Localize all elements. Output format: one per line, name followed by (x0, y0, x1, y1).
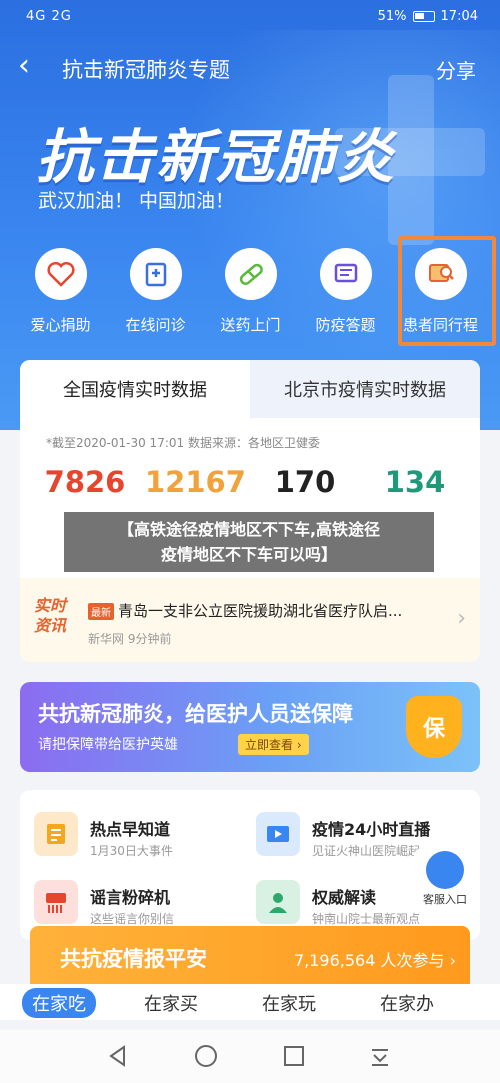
quick-item-label: 防疫答题 (315, 316, 376, 334)
hospital-icon (129, 248, 182, 300)
stat-recovered: 134 (384, 465, 446, 499)
tab-beijing[interactable]: 北京市疫情实时数据 (250, 360, 480, 418)
quick-item-label: 爱心捐助 (30, 316, 91, 334)
report-safety-bar[interactable]: 共抗疫情报平安 7,196,564 人次参与 › (30, 926, 470, 990)
grid-item-subtitle: 钟南山院士最新观点 (312, 912, 421, 926)
participant-count: 7,196,564 人次参与 › (293, 951, 456, 970)
hot-news-icon (34, 812, 78, 856)
stat-suspected: 12167 (145, 465, 246, 499)
customer-service-icon (426, 851, 464, 889)
shield-icon: 保 (406, 696, 462, 758)
back-icon[interactable]: ‹ (18, 50, 46, 82)
update-time: *截至2020-01-30 17:01 数据来源：各地区卫健委 (46, 436, 320, 450)
grid-item-title: 热点早知道 (90, 820, 171, 839)
stat-deaths: 170 (274, 465, 336, 499)
tab-play-at-home[interactable]: 在家玩 (252, 988, 326, 1018)
tab-shop-at-home[interactable]: 在家买 (134, 988, 208, 1018)
grid-item-hot-news[interactable]: 热点早知道 1月30日大事件 (20, 804, 240, 864)
pill-icon (224, 248, 277, 300)
tab-national[interactable]: 全国疫情实时数据 (20, 360, 250, 418)
banner-title: 抗击新冠肺炎 (36, 123, 397, 191)
live-video-icon (256, 812, 300, 856)
epidemic-data-card: 全国疫情实时数据 北京市疫情实时数据 *截至2020-01-30 17:01 数… (20, 360, 480, 662)
data-tabs: 全国疫情实时数据 北京市疫情实时数据 (20, 360, 480, 418)
news-meta: 新华网 9分钟前 (88, 632, 172, 646)
overlay-line: 疫情地区不下车可以吗】 (160, 545, 337, 564)
notification-pull-icon[interactable] (366, 1042, 394, 1070)
article-title-overlay: 【高铁途径疫情地区不下车,高铁途径 疫情地区不下车可以吗】 (64, 512, 434, 572)
back-triangle-icon[interactable] (104, 1042, 132, 1070)
grid-item-subtitle: 见证火神山医院崛起 (312, 844, 421, 858)
quick-item-quiz[interactable]: 防疫答题 (298, 248, 393, 338)
stats-row: 7826 12167 170 134 (30, 465, 470, 499)
news-tag: 实时资讯 (34, 596, 67, 635)
battery-percent: 51% (377, 9, 407, 24)
customer-service-label: 客服入口 (423, 893, 467, 906)
stat-confirmed: 7826 (44, 465, 126, 499)
customer-service-button[interactable]: 客服入口 (414, 848, 476, 910)
grid-item-subtitle: 这些谣言你别信 (90, 912, 175, 926)
overlay-line: 【高铁途径疫情地区不下车,高铁途径 (117, 520, 381, 539)
grid-item-title: 谣言粉碎机 (90, 888, 171, 907)
signal-indicator: 4G 2G (26, 9, 72, 24)
top-nav: ‹ 抗击新冠肺炎专题 分享 (0, 48, 500, 88)
quick-item-delivery[interactable]: 送药上门 (203, 248, 298, 338)
chevron-right-icon: › (457, 606, 466, 631)
home-circle-icon[interactable] (192, 1042, 220, 1070)
quiz-icon (319, 248, 372, 300)
view-now-button[interactable]: 立即查看 › (238, 734, 309, 755)
quick-item-consult[interactable]: 在线问诊 (108, 248, 203, 338)
tab-work-at-home[interactable]: 在家办 (370, 988, 444, 1018)
grid-item-title: 权威解读 (312, 888, 377, 907)
battery-icon (412, 11, 435, 22)
promo-subtitle: 请把保障带给医护英雄 (38, 737, 178, 753)
quick-item-donate[interactable]: 爱心捐助 (13, 248, 108, 338)
report-safety-title: 共抗疫情报平安 (60, 947, 207, 971)
doctor-icon (256, 880, 300, 924)
recents-square-icon[interactable] (280, 1042, 308, 1070)
heart-icon (34, 248, 87, 300)
system-nav-bar (0, 1030, 500, 1083)
quick-item-label: 送药上门 (220, 316, 281, 334)
clock: 17:04 (440, 9, 478, 24)
feature-grid: 热点早知道 1月30日大事件 疫情24小时直播 见证火神山医院崛起 谣言粉碎机 … (20, 790, 480, 940)
news-headline: 青岛一支非公立医院援助湖北省医疗队启... (118, 602, 403, 620)
news-item[interactable]: 实时资讯 最新 青岛一支非公立医院援助湖北省医疗队启... 新华网 9分钟前 › (20, 578, 480, 662)
bottom-tabs: 在家吃 在家买 在家玩 在家办 (0, 984, 500, 1020)
news-badge: 最新 (88, 603, 114, 620)
banner-subtitle: 武汉加油！ 中国加油！ (38, 190, 235, 212)
grid-item-rumor[interactable]: 谣言粉碎机 这些谣言你别信 (20, 872, 240, 932)
page-title: 抗击新冠肺炎专题 (62, 58, 230, 82)
quick-item-label: 在线问诊 (125, 316, 186, 334)
rumor-shredder-icon (34, 880, 78, 924)
status-bar: 4G 2G 51% 17:04 (0, 0, 500, 36)
share-button[interactable]: 分享 (436, 55, 476, 84)
grid-item-title: 疫情24小时直播 (312, 820, 431, 839)
grid-item-subtitle: 1月30日大事件 (90, 844, 173, 858)
tab-eat-at-home[interactable]: 在家吃 (22, 988, 96, 1018)
highlight-box (398, 236, 496, 346)
insurance-promo-banner[interactable]: 共抗新冠肺炎，给医护人员送保障 请把保障带给医护英雄 立即查看 › 保 (20, 682, 480, 772)
promo-title: 共抗新冠肺炎，给医护人员送保障 (38, 702, 353, 726)
